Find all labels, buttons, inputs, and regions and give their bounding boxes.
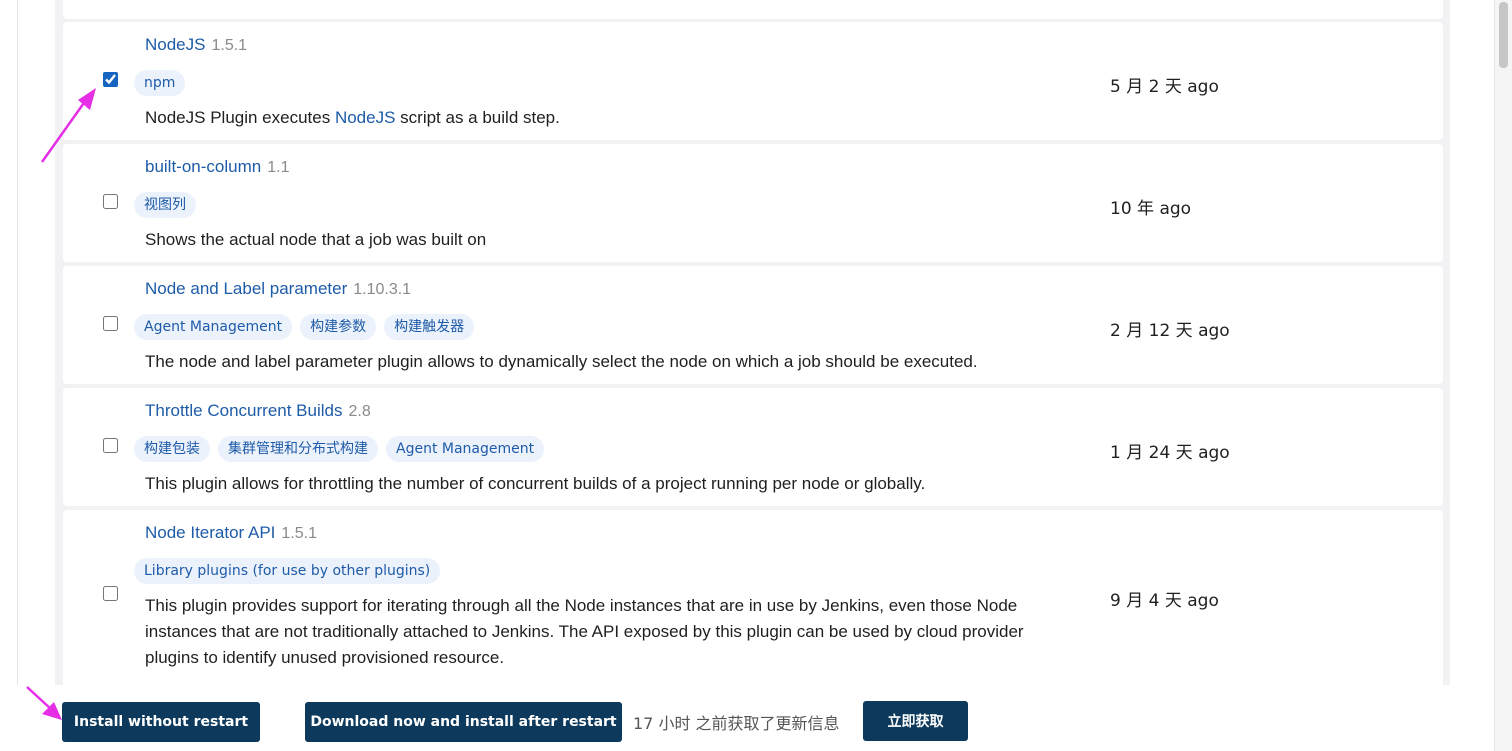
plugin-tag[interactable]: npm xyxy=(134,70,186,96)
plugin-name-link[interactable]: Node Iterator API 1.5.1 xyxy=(145,523,317,543)
plugin-row-throttle-concurrent-builds: Throttle Concurrent Builds 2.8 构建包装 集群管理和… xyxy=(63,388,1443,506)
scrollbar-thumb[interactable] xyxy=(1499,2,1508,68)
plugin-name-link[interactable]: Node and Label parameter 1.10.3.1 xyxy=(145,279,411,299)
plugin-version: 1.1 xyxy=(267,159,290,176)
plugin-name: Throttle Concurrent Builds xyxy=(145,401,343,420)
plugin-manager-page: 列 NodeJS 1.5.1 npm NodeJS Plugin executes… xyxy=(0,0,1512,751)
plugin-tags: 构建包装 集群管理和分布式构建 Agent Management xyxy=(134,436,545,462)
plugin-row-nodejs: NodeJS 1.5.1 npm NodeJS Plugin executes N… xyxy=(63,22,1443,140)
plugin-description: Shows the actual node that a job was bui… xyxy=(145,230,487,249)
plugin-released: 1 月 24 天 ago xyxy=(1110,443,1230,463)
plugin-name-link[interactable]: NodeJS 1.5.1 xyxy=(145,35,247,55)
plugin-tag[interactable]: Library plugins (for use by other plugin… xyxy=(134,558,441,584)
plugin-tag[interactable]: Agent Management xyxy=(134,314,293,340)
plugin-version: 1.10.3.1 xyxy=(353,281,412,298)
plugin-description: This plugin allows for throttling the nu… xyxy=(145,474,926,493)
plugin-description: The node and label parameter plugin allo… xyxy=(145,352,978,371)
plugin-released: 5 月 2 天 ago xyxy=(1110,77,1219,97)
plugin-tags: npm xyxy=(134,70,186,96)
nodejs-link[interactable]: NodeJS xyxy=(335,108,395,127)
plugin-description: NodeJS Plugin executes NodeJS script as … xyxy=(145,108,560,127)
plugin-row-built-on-column: built-on-column 1.1 视图列 Shows the actual … xyxy=(63,144,1443,262)
plugin-select-checkbox[interactable] xyxy=(103,438,118,453)
plugin-name: NodeJS xyxy=(145,35,206,54)
install-without-restart-button[interactable]: Install without restart xyxy=(62,702,260,742)
plugin-tags: 视图列 xyxy=(134,192,196,218)
plugin-name-link[interactable]: Throttle Concurrent Builds 2.8 xyxy=(145,401,371,421)
fetch-now-button[interactable]: 立即获取 xyxy=(863,701,968,741)
plugin-version: 1.5.1 xyxy=(211,37,248,54)
available-plugins-list: NodeJS 1.5.1 npm NodeJS Plugin executes N… xyxy=(55,0,1450,685)
plugin-name: Node Iterator API xyxy=(145,523,276,542)
plugin-version: 2.8 xyxy=(348,403,371,420)
description-line: This plugin provides support for iterati… xyxy=(145,596,1018,615)
download-install-after-restart-button[interactable]: Download now and install after restart xyxy=(305,702,622,742)
plugin-tags: Agent Management 构建参数 构建触发器 xyxy=(134,314,475,340)
plugin-description: This plugin provides support for iterati… xyxy=(145,593,1095,671)
plugin-tags: Library plugins (for use by other plugin… xyxy=(134,558,441,584)
plugin-name: Node and Label parameter xyxy=(145,279,348,298)
plugin-released: 9 月 4 天 ago xyxy=(1110,591,1219,611)
bottom-action-bar: Install without restart Download now and… xyxy=(0,685,1494,751)
plugin-released: 10 年 ago xyxy=(1110,199,1192,219)
plugin-tag[interactable]: 集群管理和分布式构建 xyxy=(218,436,378,462)
plugin-tag[interactable]: 构建参数 xyxy=(300,314,377,340)
plugin-row-partial xyxy=(63,0,1443,19)
left-gutter: 列 xyxy=(0,0,18,751)
plugin-released: 2 月 12 天 ago xyxy=(1110,321,1230,341)
plugin-select-checkbox[interactable] xyxy=(103,72,118,87)
update-status-text: 17 小时 之前获取了更新信息 xyxy=(633,714,840,733)
plugin-tag[interactable]: 视图列 xyxy=(134,192,196,218)
plugin-name-link[interactable]: built-on-column 1.1 xyxy=(145,157,289,177)
plugin-row-node-iterator-api: Node Iterator API 1.5.1 Library plugins (… xyxy=(63,510,1443,685)
plugin-tag[interactable]: Agent Management xyxy=(386,436,545,462)
description-line: plugins to identify unused provisioned r… xyxy=(145,648,505,667)
plugin-tag[interactable]: 构建包装 xyxy=(134,436,210,462)
plugin-select-checkbox[interactable] xyxy=(103,316,118,331)
plugin-version: 1.5.1 xyxy=(281,525,317,542)
description-line: instances that are not traditionally att… xyxy=(145,622,1024,641)
plugin-row-node-and-label-parameter: Node and Label parameter 1.10.3.1 Agent M… xyxy=(63,266,1443,384)
page-scrollbar[interactable] xyxy=(1494,0,1512,751)
plugin-select-checkbox[interactable] xyxy=(103,586,118,601)
plugin-name: built-on-column xyxy=(145,157,262,176)
plugin-tag[interactable]: 构建触发器 xyxy=(384,314,475,340)
plugin-select-checkbox[interactable] xyxy=(103,194,118,209)
